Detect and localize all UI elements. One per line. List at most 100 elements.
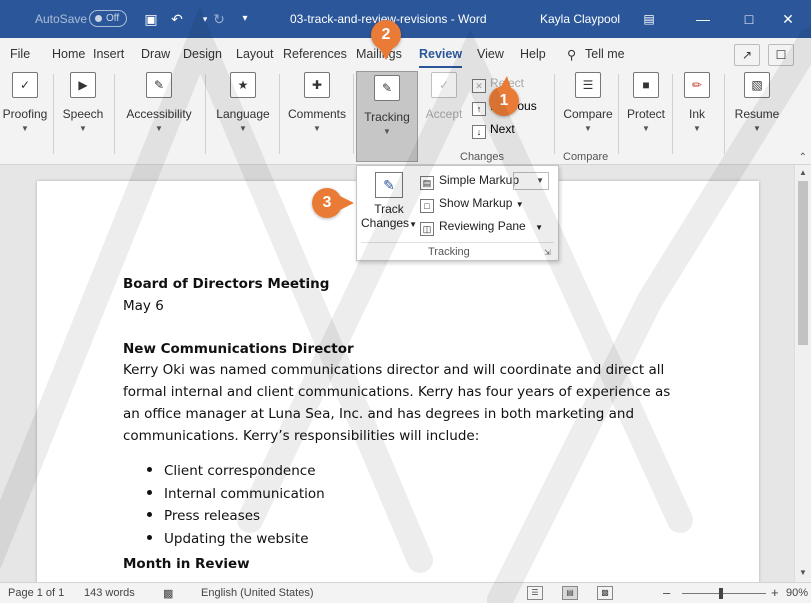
compare-group-label: Compare <box>563 151 609 163</box>
ribbon-display-icon[interactable]: ▤ <box>640 10 658 28</box>
doc-heading-month: Month in Review <box>123 556 250 572</box>
zoom-slider[interactable] <box>682 593 766 594</box>
markup-dropdown[interactable]: ▼ <box>513 172 549 190</box>
ink-label: Ink <box>688 107 705 121</box>
read-mode-icon[interactable]: ☰ <box>527 586 543 600</box>
proofing-button[interactable]: ✓ Proofing ▼ <box>0 72 50 150</box>
accessibility-label: Accessibility <box>126 107 192 121</box>
save-icon[interactable]: ▣ <box>142 10 160 28</box>
undo-icon[interactable]: ↶ <box>168 10 186 28</box>
tab-layout[interactable]: Layout <box>236 47 274 61</box>
list-item: Client correspondence <box>147 460 325 483</box>
track-changes-icon: ✎ <box>375 172 403 198</box>
tab-view[interactable]: View <box>477 47 504 61</box>
next-button[interactable]: ↓ Next <box>472 122 515 139</box>
comments-button[interactable]: ✚ Comments ▼ <box>284 72 350 150</box>
chevron-down-icon: ▼ <box>536 176 544 185</box>
vertical-scrollbar[interactable]: ▲ ▼ <box>794 165 811 582</box>
next-label: Next <box>490 122 515 136</box>
callout-1-pointer <box>499 76 511 90</box>
language-label: Language <box>216 107 270 121</box>
autosave-label: AutoSave <box>35 12 88 26</box>
redo-icon[interactable]: ↻ <box>210 10 228 28</box>
chevron-down-icon: ▼ <box>535 223 543 232</box>
minimize-icon[interactable]: — <box>680 0 726 38</box>
compare-button[interactable]: ☰ Compare ▼ <box>558 72 618 150</box>
collapse-ribbon-icon[interactable]: ⌃ <box>799 152 807 163</box>
customize-qat-icon[interactable]: ▾ <box>236 10 254 28</box>
print-layout-icon[interactable]: ▤ <box>562 586 578 600</box>
compare-icon: ☰ <box>575 72 601 98</box>
doc-heading-board: Board of Directors Meeting <box>123 276 330 292</box>
tracking-button[interactable]: ✎ Tracking ▼ <box>356 71 418 162</box>
web-layout-icon[interactable]: ▩ <box>597 586 613 600</box>
ribbon-tabs: File Home Insert Draw Design Layout Refe… <box>0 38 811 68</box>
zoom-in-icon[interactable]: + <box>771 585 779 600</box>
tab-draw[interactable]: Draw <box>141 47 170 61</box>
bullet-list: Client correspondence Internal communica… <box>147 460 325 550</box>
close-icon[interactable]: ✕ <box>765 0 811 38</box>
word-count[interactable]: 143 words <box>84 587 135 599</box>
track-changes-button[interactable]: ✎ Track Changes▼ <box>361 170 417 240</box>
tracking-dropdown: ✎ Track Changes▼ ▤ Simple Markup ▼ □ Show … <box>356 165 559 261</box>
accessibility-icon: ✎ <box>146 72 172 98</box>
reviewing-pane-icon: ◫ <box>420 222 434 236</box>
accept-icon: ✓ <box>431 72 457 98</box>
language-button[interactable]: ★ Language ▼ <box>212 72 274 150</box>
language-status[interactable]: English (United States) <box>201 587 314 599</box>
page-count[interactable]: Page 1 of 1 <box>8 587 64 599</box>
search-icon[interactable]: ⚲ <box>567 47 576 62</box>
accessibility-button[interactable]: ✎ Accessibility ▼ <box>119 72 199 150</box>
callout-2-pointer <box>378 46 394 60</box>
chevron-down-icon: ▼ <box>383 127 391 136</box>
zoom-slider-thumb[interactable] <box>719 588 723 599</box>
share-icon[interactable]: ↗ <box>734 44 760 66</box>
compare-label: Compare <box>563 107 613 121</box>
resume-label: Resume <box>734 107 780 121</box>
reject-icon: ✕ <box>472 79 486 93</box>
protect-button[interactable]: ■ Protect ▼ <box>623 72 669 150</box>
tab-help[interactable]: Help <box>520 47 546 61</box>
autosave-toggle[interactable]: Off <box>89 10 127 27</box>
speech-label: Speech <box>62 107 104 121</box>
scrollbar-thumb[interactable] <box>798 181 808 345</box>
proofing-status-icon[interactable]: ▩ <box>163 587 173 600</box>
list-item: Press releases <box>147 505 325 528</box>
markup-icon: ▤ <box>420 176 434 190</box>
speech-button[interactable]: ▶ Speech ▼ <box>58 72 108 150</box>
tab-insert[interactable]: Insert <box>93 47 124 61</box>
reviewing-pane-button[interactable]: ◫ Reviewing Pane ▼ <box>420 219 543 236</box>
read-aloud-icon: ▶ <box>70 72 96 98</box>
new-comment-icon: ✚ <box>304 72 330 98</box>
show-markup-button[interactable]: □ Show Markup ▼ <box>420 196 524 213</box>
tab-review[interactable]: Review <box>419 47 463 68</box>
doc-paragraph-line: formal internal and client communication… <box>123 384 671 400</box>
accept-button[interactable]: ✓ Accept <box>424 72 464 150</box>
chevron-down-icon: ▼ <box>155 124 163 133</box>
comments-pane-icon[interactable]: ☐ <box>768 44 794 66</box>
user-name[interactable]: Kayla Claypool <box>540 12 620 26</box>
tab-file[interactable]: File <box>10 47 30 61</box>
show-markup-label: Show Markup <box>439 196 513 210</box>
doc-paragraph-line: an office manager at Luna Sea, Inc. and … <box>123 406 635 422</box>
resume-button[interactable]: ▧ Resume ▼ <box>729 72 785 150</box>
doc-heading-director: New Communications Director <box>123 341 354 357</box>
tab-design[interactable]: Design <box>183 47 222 61</box>
doc-paragraph-line: communications. Kerry’s responsibilities… <box>123 428 480 444</box>
zoom-level[interactable]: 90% <box>786 587 808 599</box>
markup-display-select[interactable]: ▤ Simple Markup <box>420 173 519 190</box>
track-changes-label: Track <box>374 202 404 216</box>
track-changes-label-2: Changes <box>361 216 410 230</box>
ink-button[interactable]: ✏ Ink ▼ <box>677 72 717 150</box>
accept-label: Accept <box>425 107 463 121</box>
scroll-down-icon[interactable]: ▼ <box>798 567 808 579</box>
simple-markup-label: Simple Markup <box>439 173 520 187</box>
status-bar: Page 1 of 1 143 words ▩ English (United … <box>0 582 811 603</box>
tab-home[interactable]: Home <box>52 47 85 61</box>
zoom-out-icon[interactable]: – <box>663 585 670 600</box>
tell-me-input[interactable]: Tell me <box>585 47 625 61</box>
tab-references[interactable]: References <box>283 47 347 61</box>
dialog-launcher-icon[interactable]: ⇲ <box>544 248 551 257</box>
scroll-up-icon[interactable]: ▲ <box>798 167 808 179</box>
track-changes-icon: ✎ <box>374 75 400 101</box>
